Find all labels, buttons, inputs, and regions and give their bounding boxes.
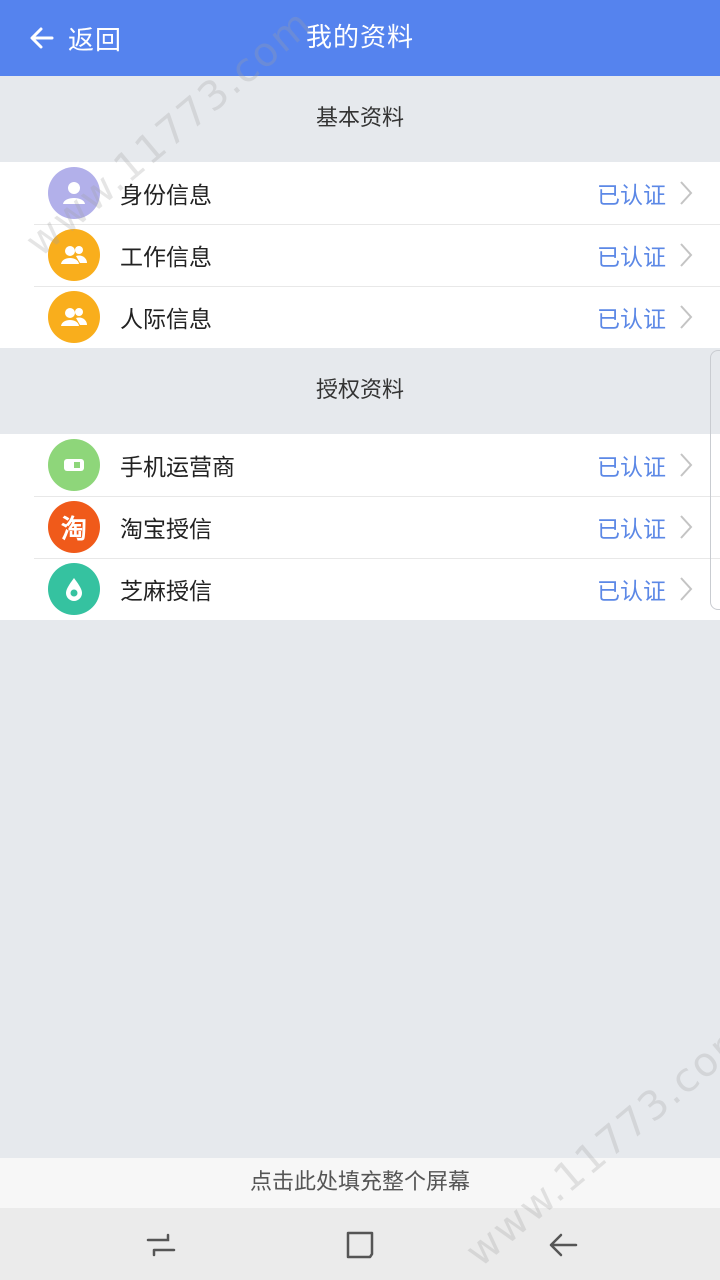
taobao-icon-text: 淘 (60, 514, 87, 545)
auth-info-list: 手机运营商 已认证 淘 淘宝授信 已认证 芝麻授信 已认证 (0, 434, 720, 620)
chevron-right-icon (680, 577, 693, 601)
sim-card-icon (48, 439, 100, 491)
item-label: 手机运营商 (120, 455, 235, 481)
chevron-right-icon (680, 515, 693, 539)
list-item-sesame[interactable]: 芝麻授信 已认证 (0, 558, 720, 620)
sesame-icon (48, 563, 100, 615)
recent-apps-icon[interactable] (144, 1228, 178, 1262)
navigation-bar (0, 1208, 720, 1280)
item-label: 身份信息 (120, 183, 212, 209)
basic-info-list: 身份信息 已认证 工作信息 已认证 人际信息 已认证 (0, 162, 720, 348)
content: 基本资料 身份信息 已认证 工作信息 已认证 人际信息 已认证 授权资料 手机运… (0, 76, 720, 620)
app-header: 返回 我的资料 (0, 0, 720, 76)
item-label: 人际信息 (120, 307, 212, 333)
status-badge: 已认证 (597, 183, 666, 209)
edge-panel-handle[interactable] (710, 350, 720, 610)
chevron-right-icon (680, 453, 693, 477)
identity-icon (48, 167, 100, 219)
list-item-identity[interactable]: 身份信息 已认证 (0, 162, 720, 224)
status-badge: 已认证 (597, 245, 666, 271)
nav-back-icon[interactable] (546, 1228, 580, 1262)
chevron-right-icon (680, 181, 693, 205)
fill-screen-button[interactable]: 点击此处填充整个屏幕 (0, 1158, 720, 1208)
chevron-right-icon (680, 305, 693, 329)
page-title: 我的资料 (305, 23, 414, 53)
people-icon (48, 229, 100, 281)
status-badge: 已认证 (597, 455, 666, 481)
item-label: 芝麻授信 (120, 579, 212, 605)
list-item-work[interactable]: 工作信息 已认证 (0, 224, 720, 286)
home-icon[interactable] (343, 1228, 377, 1262)
list-item-carrier[interactable]: 手机运营商 已认证 (0, 434, 720, 496)
chevron-right-icon (680, 243, 693, 267)
item-label: 工作信息 (120, 245, 212, 271)
list-item-taobao[interactable]: 淘 淘宝授信 已认证 (0, 496, 720, 558)
taobao-icon: 淘 (48, 501, 100, 553)
people-icon (48, 291, 100, 343)
status-badge: 已认证 (597, 579, 666, 605)
status-badge: 已认证 (597, 517, 666, 543)
list-item-social[interactable]: 人际信息 已认证 (0, 286, 720, 348)
status-badge: 已认证 (597, 307, 666, 333)
section-title-auth: 授权资料 (315, 378, 404, 403)
item-label: 淘宝授信 (120, 517, 212, 543)
section-title-basic: 基本资料 (315, 106, 404, 131)
